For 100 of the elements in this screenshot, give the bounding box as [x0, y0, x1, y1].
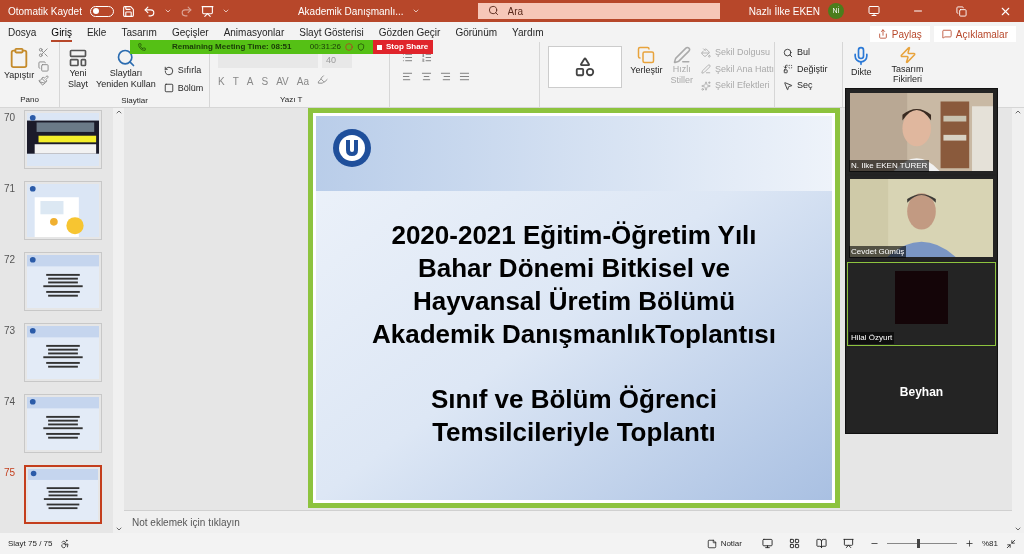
reuse-slides-button[interactable]: Slaytları Yeniden Kullan: [96, 48, 156, 90]
arrange-button[interactable]: Yerleştir: [630, 46, 663, 78]
participant-name: N. Ilke EKEN TURER: [849, 160, 930, 172]
comment-icon: [941, 29, 952, 39]
undo-icon[interactable]: [142, 4, 156, 18]
scroll-down-icon[interactable]: [114, 525, 123, 533]
slide-thumbnail[interactable]: [24, 465, 102, 524]
caret-icon[interactable]: [411, 7, 420, 15]
phone-icon: [138, 43, 146, 51]
slide-preview-drawing: [28, 469, 98, 520]
reset-button[interactable]: Sıfırla: [163, 64, 204, 78]
bullets-icon[interactable]: [402, 52, 413, 63]
group-label: Pano: [19, 94, 40, 106]
align-center-icon[interactable]: [421, 71, 432, 82]
ribbon-tab[interactable]: Gözden Geçir: [378, 22, 441, 42]
shield-icon: [357, 43, 365, 51]
paste-button[interactable]: Yapıştır: [4, 47, 35, 83]
share-icon: [877, 29, 888, 39]
align-right-icon[interactable]: [440, 71, 451, 82]
replace-icon: [783, 64, 793, 75]
caret-icon[interactable]: [163, 7, 172, 15]
ribbon-tab[interactable]: Tasarım: [121, 22, 157, 42]
stop-share-button[interactable]: Stop Share: [373, 40, 433, 54]
paint-bucket-icon: [700, 47, 711, 58]
ribbon-tab[interactable]: Dosya: [8, 22, 37, 42]
video-placeholder: [895, 270, 948, 324]
comments-button[interactable]: Açıklamalar: [933, 26, 1016, 42]
slide-number: 72: [4, 253, 17, 267]
format-painter-icon[interactable]: [38, 75, 50, 86]
slide-thumbnail[interactable]: [24, 323, 102, 382]
numbering-icon[interactable]: [421, 52, 432, 63]
zoom-slider-thumb[interactable]: [917, 539, 921, 548]
shapes-gallery[interactable]: [548, 46, 623, 88]
participant-name: Hilal Özyurt: [849, 332, 895, 344]
search-field[interactable]: Ara: [477, 3, 720, 19]
ribbon-display-icon[interactable]: [868, 5, 880, 17]
section-icon: [163, 83, 174, 94]
section-button[interactable]: Bölüm: [163, 81, 204, 95]
slide-preview-drawing: [27, 326, 99, 379]
scroll-up-icon[interactable]: [1014, 108, 1022, 116]
slide-sorter-icon[interactable]: [789, 538, 800, 549]
customize-caret-icon[interactable]: [221, 7, 230, 15]
zoom-in-icon[interactable]: [965, 539, 974, 548]
search-icon: [783, 47, 793, 58]
ribbon-tab[interactable]: Slayt Gösterisi: [299, 22, 364, 42]
slide-thumbnail[interactable]: [24, 394, 102, 453]
slide-number: 70: [4, 111, 17, 125]
ribbon-tab[interactable]: Geçişler: [171, 22, 209, 42]
presentation-icon[interactable]: [200, 4, 214, 18]
justify-icon[interactable]: [459, 71, 470, 82]
scroll-up-icon[interactable]: [114, 108, 123, 116]
share-button[interactable]: Paylaş: [869, 26, 930, 42]
zoom-level: %81: [982, 537, 998, 550]
slide-number: 75: [4, 466, 17, 480]
ribbon-tab[interactable]: Görünüm: [455, 22, 498, 42]
ribbon-tab[interactable]: Yardım: [512, 22, 544, 42]
user-name: Nazlı İlke EKEN: [748, 4, 820, 19]
font-name-field[interactable]: [218, 54, 318, 68]
save-icon[interactable]: [121, 4, 135, 18]
slide-thumbnail[interactable]: [24, 252, 102, 311]
cut-icon[interactable]: [38, 47, 50, 58]
slide-preview-drawing: [27, 255, 99, 308]
slide-count: Slayt 75 / 75: [8, 537, 53, 550]
logo-icon: [332, 128, 372, 168]
stop-icon: [377, 44, 382, 50]
normal-view-icon[interactable]: [762, 538, 773, 549]
elapsed-time: 00:31:26: [309, 41, 341, 53]
fit-to-window-icon[interactable]: [1006, 538, 1016, 549]
group-label: Slaytlar: [120, 95, 149, 107]
slide-preview-drawing: [27, 397, 99, 450]
notes-field[interactable]: Not eklemek için tıklayın: [124, 510, 1012, 533]
notes-button[interactable]: Notlar: [706, 537, 742, 550]
accessibility-icon[interactable]: [60, 538, 71, 549]
document-title[interactable]: Akademik Danışmanlı...: [297, 3, 404, 19]
ribbon-tab[interactable]: Animasyonlar: [223, 22, 285, 42]
scroll-down-icon[interactable]: [1014, 525, 1022, 533]
slide-title: Hayvansal Üretim Bölümü: [412, 285, 736, 318]
editing-button[interactable]: Değiştir: [783, 62, 842, 76]
pen-icon: [672, 46, 691, 64]
slide-title: 2020-2021 Eğitim-Öğretim Yılı: [391, 219, 757, 252]
slide-thumbnail[interactable]: [24, 181, 102, 240]
pointer-icon: [783, 80, 793, 91]
slide-title: Akademik DanışmanlıkToplantısı: [371, 318, 777, 351]
reset-icon: [163, 65, 174, 76]
editing-button[interactable]: Seç: [783, 79, 842, 93]
slideshow-icon[interactable]: [843, 538, 854, 549]
align-left-icon[interactable]: [402, 71, 413, 82]
ribbon-tab[interactable]: Ekle: [86, 22, 107, 42]
new-slide-button[interactable]: Yeni Slayt: [68, 48, 88, 90]
design-ideas-button[interactable]: Tasarım Fikirleri: [883, 42, 932, 86]
slide-layout-icon: [68, 48, 88, 68]
record-icon: [345, 43, 353, 51]
restore-icon[interactable]: [956, 5, 967, 17]
editing-button[interactable]: Bul: [783, 46, 842, 60]
dictate-button[interactable]: Dikte: [843, 42, 880, 82]
lightning-icon: [898, 46, 917, 64]
reading-view-icon[interactable]: [816, 538, 827, 549]
notes-icon: [706, 538, 717, 549]
slide-thumbnail[interactable]: [24, 110, 102, 169]
shapes-icon: [574, 56, 597, 78]
